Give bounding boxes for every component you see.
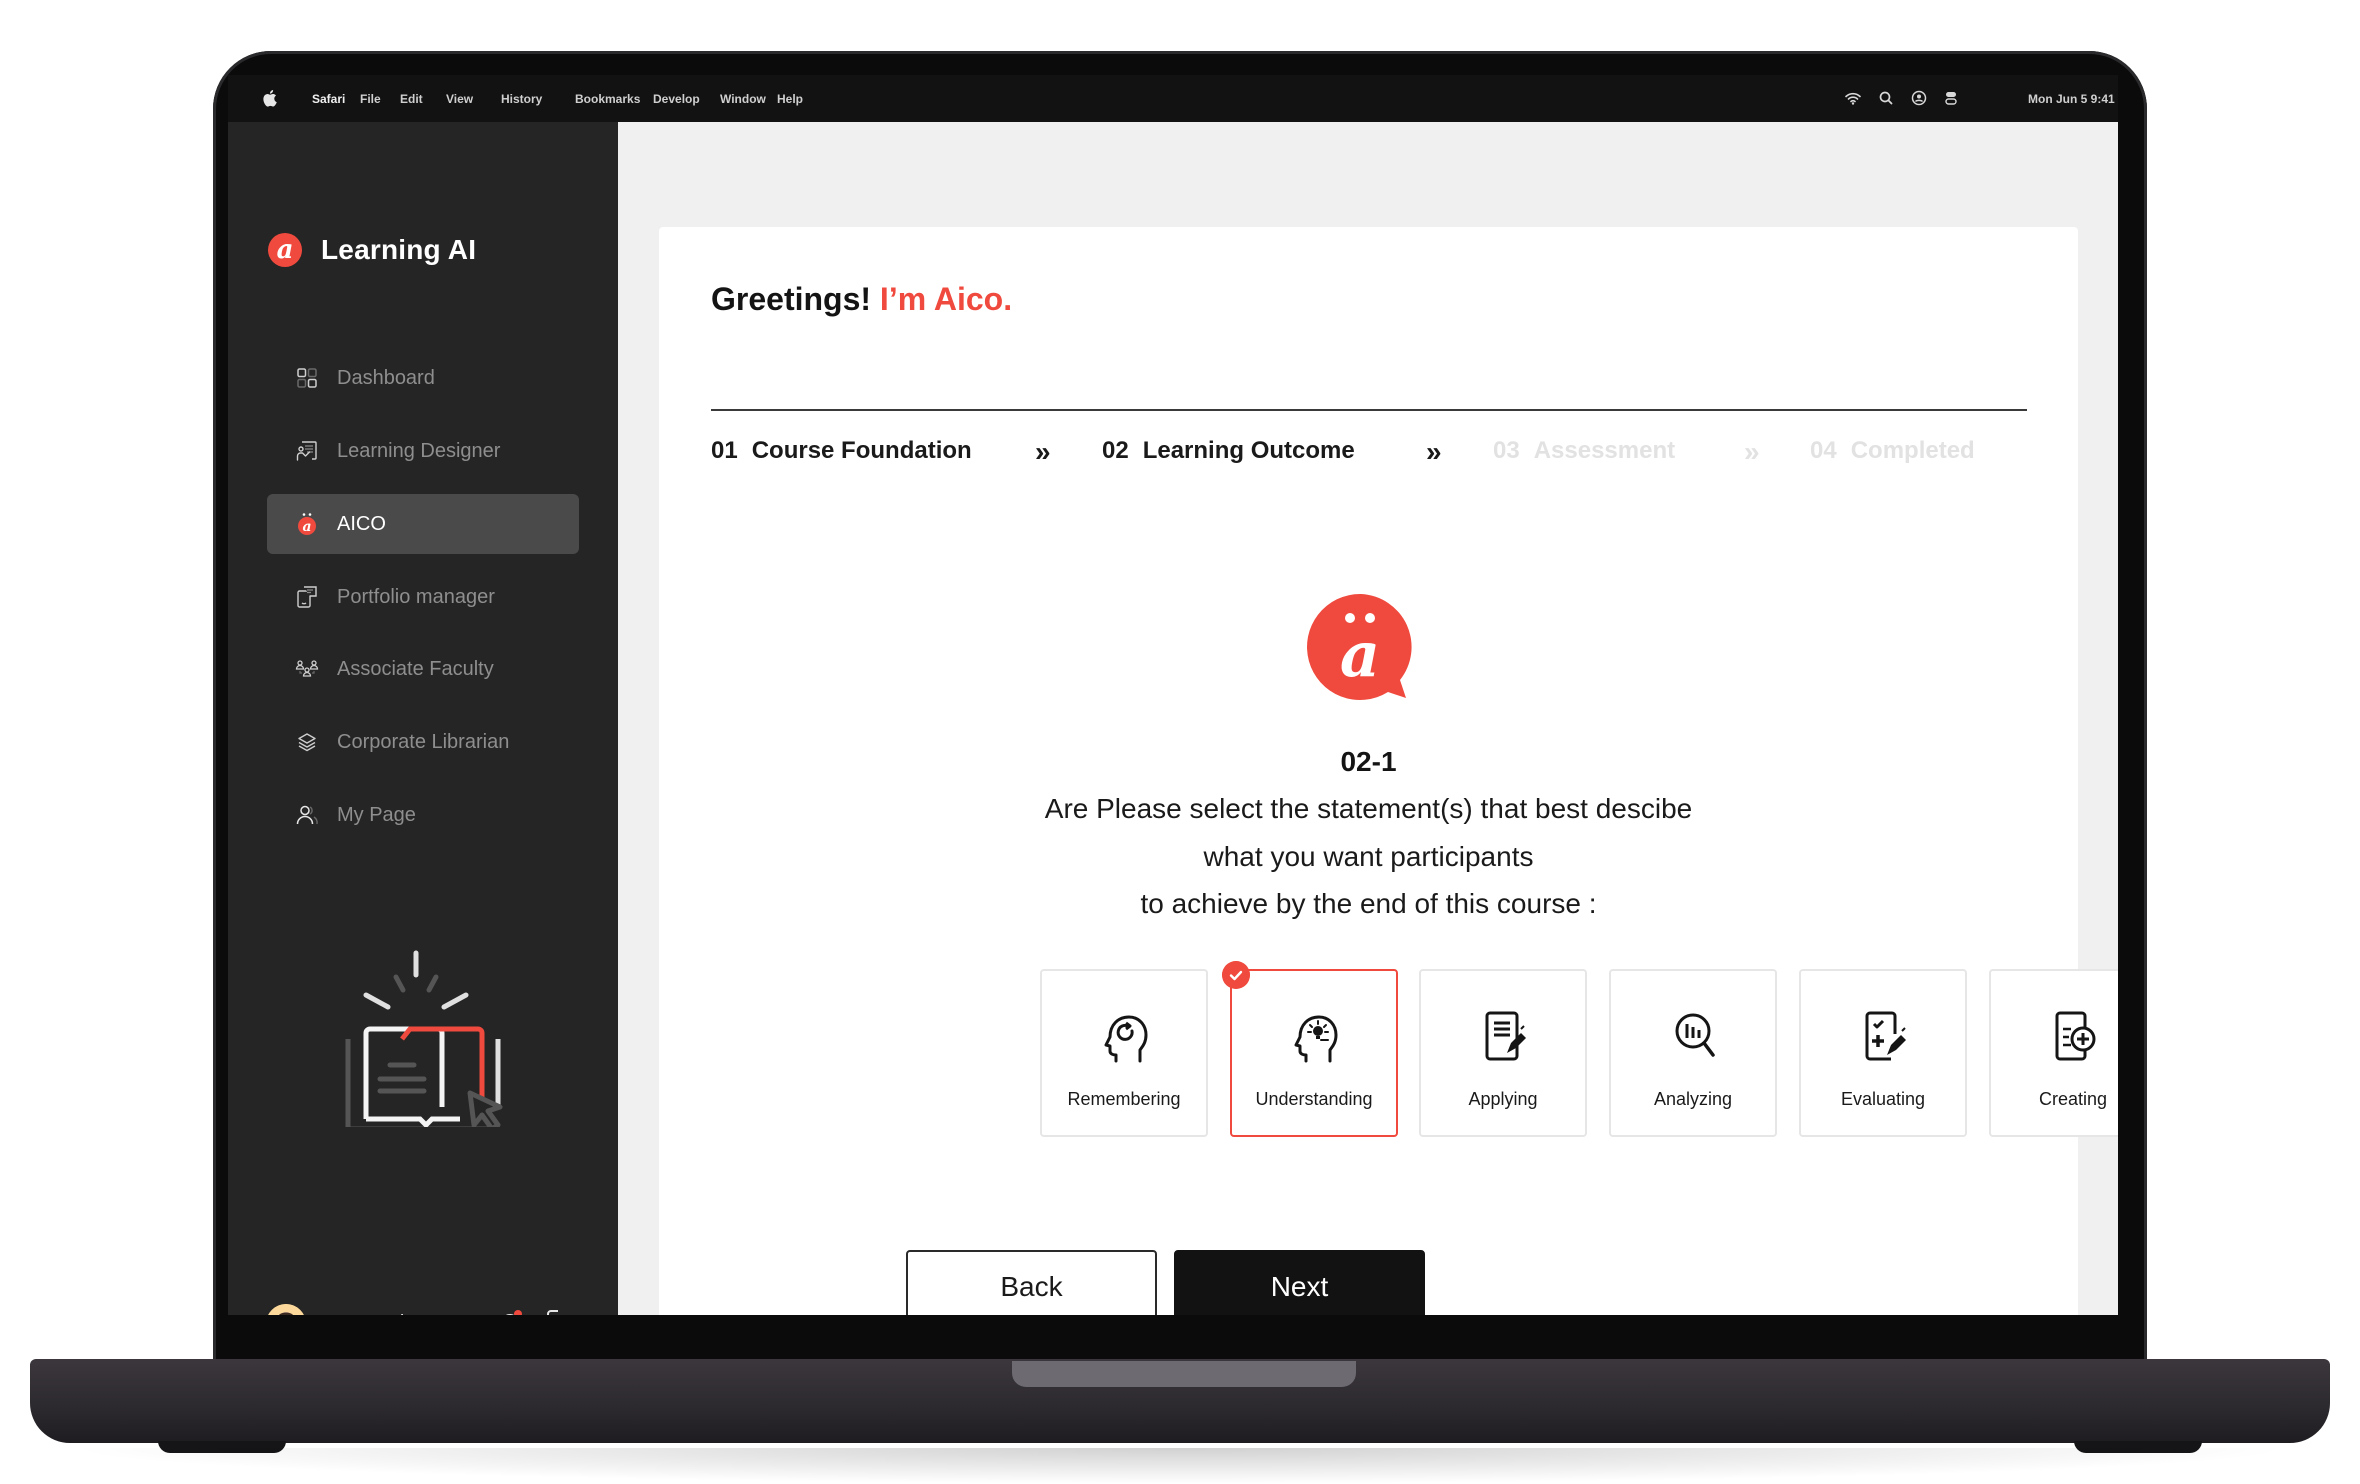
sidebar-item-label: Associate Faculty (337, 658, 494, 680)
option-analyzing[interactable]: Analyzing (1609, 969, 1777, 1137)
menu-bookmarks[interactable]: Bookmarks (575, 92, 640, 106)
faculty-group-icon (295, 660, 319, 677)
head-lightbulb-icon (1294, 1015, 1338, 1063)
sidebar-item-portfolio-manager[interactable]: Portfolio manager (267, 567, 579, 627)
head-memory-icon (1104, 1015, 1148, 1063)
sidebar-item-label: My Page (337, 804, 416, 826)
menu-view[interactable]: View (446, 92, 473, 106)
aico-logo-icon: a (1307, 593, 1412, 700)
sidebar-item-my-page[interactable]: My Page (267, 785, 579, 845)
menu-file[interactable]: File (360, 92, 381, 106)
aico-icon: a (298, 513, 316, 535)
user-icon (296, 805, 318, 825)
brand-name: Learning AI (321, 234, 477, 265)
title-divider (711, 409, 2027, 411)
laptop-opening-notch (1012, 1361, 1356, 1387)
back-button[interactable]: Back (906, 1250, 1157, 1315)
learning-designer-icon (296, 441, 317, 461)
step-course-foundation[interactable]: 01 Course Foundation (711, 437, 972, 465)
sidebar-item-label: Learning Designer (337, 440, 501, 462)
user-profile-row: Sora Park (266, 1302, 586, 1315)
menu-edit[interactable]: Edit (400, 92, 423, 106)
option-label: Understanding (1255, 1089, 1373, 1109)
apple-logo-icon[interactable] (262, 89, 277, 107)
step-number: 02 (1102, 437, 1129, 464)
brand[interactable]: a Learning AI (268, 230, 476, 270)
sidebar-item-label: AICO (337, 513, 386, 535)
step-assessment: 03 Assessment (1493, 437, 1675, 465)
question-text-line: Are Please select the statement(s) that … (1044, 793, 1693, 824)
option-label: Evaluating (1840, 1089, 1926, 1109)
option-understanding[interactable]: Understanding (1222, 961, 1398, 1137)
step-learning-outcome[interactable]: 02 Learning Outcome (1102, 437, 1355, 465)
screen: Safari File Edit View History Bookmarks … (228, 75, 2118, 1315)
sidebar-item-associate-faculty[interactable]: Associate Faculty (267, 639, 579, 699)
step-label: Learning Outcome (1142, 437, 1355, 464)
menu-window[interactable]: Window (720, 92, 766, 106)
next-button[interactable]: Next (1174, 1250, 1425, 1315)
page-title: Greetings! I’m Aico. (711, 281, 1012, 318)
sidebar: a Learning AI Dashboard Learning Designe… (228, 122, 618, 1315)
menu-safari[interactable]: Safari (312, 92, 345, 106)
laptop-shadow (60, 1448, 2300, 1484)
user-switch-icon[interactable] (1911, 90, 1927, 106)
option-label: Creating (2038, 1089, 2108, 1109)
question-text-line: to achieve by the end of this course : (1140, 888, 1597, 919)
avatar[interactable] (266, 1304, 306, 1315)
document-plus-icon (2055, 1011, 2096, 1061)
option-creating[interactable]: Creating (1989, 969, 2118, 1137)
option-label: Analyzing (1653, 1089, 1733, 1109)
user-name: Sora Park (321, 1312, 410, 1315)
sidebar-item-label: Portfolio manager (337, 586, 495, 608)
step-label: Assessment (1533, 437, 1676, 464)
step-number: 04 (1810, 437, 1837, 464)
document-pen-icon (1485, 1011, 1526, 1061)
step-number: 01 (711, 437, 738, 464)
magnifier-chart-icon (1675, 1013, 1715, 1057)
step-label: Completed (1850, 437, 1975, 464)
question-id: 02-1 (1340, 746, 1397, 777)
notification-bell-icon[interactable] (494, 1308, 526, 1315)
sidebar-item-learning-designer[interactable]: Learning Designer (267, 421, 579, 481)
brand-logo-icon: a (268, 233, 302, 267)
sidebar-item-dashboard[interactable]: Dashboard (267, 348, 579, 408)
option-label: Applying (1468, 1089, 1538, 1109)
sidebar-item-corporate-librarian[interactable]: Corporate Librarian (267, 712, 579, 772)
clipboard-check-pen-icon (1865, 1011, 1906, 1061)
notification-dot (514, 1310, 522, 1315)
menu-history[interactable]: History (501, 92, 542, 106)
search-icon[interactable] (1878, 90, 1894, 106)
layers-icon (298, 733, 316, 752)
option-remembering[interactable]: Remembering (1040, 969, 1208, 1137)
menu-develop[interactable]: Develop (653, 92, 700, 106)
wifi-icon[interactable] (1845, 90, 1861, 106)
step-number: 03 (1493, 437, 1520, 464)
sidebar-item-aico[interactable]: a AICO (267, 494, 579, 554)
svg-text:a: a (302, 519, 311, 535)
dashboard-grid-icon (297, 368, 317, 388)
portfolio-icon (297, 586, 317, 608)
step-separator-icon: » (1035, 436, 1051, 467)
aico-wizard-card: Greetings! I’m Aico. 01 Course Foundation… (659, 227, 2118, 1315)
sidebar-item-label: Corporate Librarian (337, 731, 510, 753)
selected-check-icon (1222, 961, 1250, 989)
logout-icon[interactable] (544, 1308, 576, 1315)
step-label: Course Foundation (751, 437, 972, 464)
svg-text:a: a (1340, 618, 1380, 691)
step-completed: 04 Completed (1810, 437, 1975, 465)
menubar-clock[interactable]: Mon Jun 5 9:41 AM (2028, 92, 2118, 106)
menu-help[interactable]: Help (777, 92, 803, 106)
option-label: Remembering (1067, 1089, 1181, 1109)
greeting-accent: I’m Aico. (879, 281, 1013, 317)
open-book-illustration (345, 950, 503, 1127)
step-separator-icon: » (1426, 436, 1442, 467)
greeting-prefix: Greetings! (711, 281, 872, 317)
option-applying[interactable]: Applying (1419, 969, 1587, 1137)
option-evaluating[interactable]: Evaluating (1799, 969, 1967, 1137)
control-center-icon[interactable] (1943, 90, 1959, 106)
sidebar-item-label: Dashboard (337, 367, 435, 389)
step-separator-icon: » (1744, 436, 1760, 467)
question-text-line: what you want participants (1203, 841, 1534, 872)
menu-bar: Safari File Edit View History Bookmarks … (228, 75, 2118, 122)
